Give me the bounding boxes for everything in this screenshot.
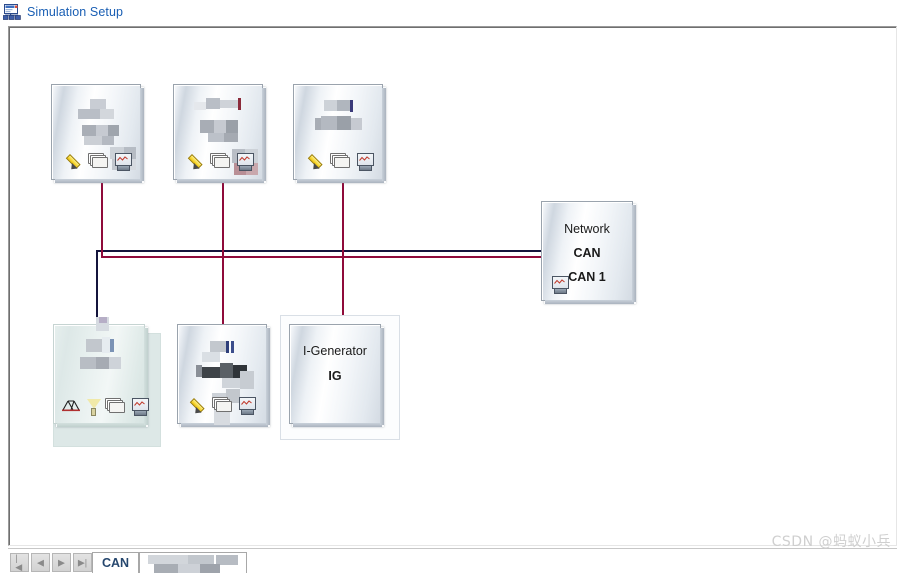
censored-label-node-top-3	[312, 100, 368, 144]
bus-line-navy-horizontal	[96, 250, 542, 252]
i-generator-line1: I-Generator	[303, 344, 367, 358]
monitor-icon[interactable]	[114, 152, 132, 171]
node-bottom-1-icons[interactable]	[62, 397, 149, 416]
diagram-canvas-inner: Network CAN CAN 1 I-Generator IG	[9, 27, 896, 545]
node-top-1-icons[interactable]	[68, 152, 132, 171]
first-record-glyph: |◀	[15, 552, 23, 572]
censored-label-node-bottom-2	[192, 341, 258, 393]
node-top-3-icons[interactable]	[310, 152, 374, 171]
bridge-icon[interactable]	[62, 397, 80, 415]
next-record-button[interactable]: ▶	[52, 553, 71, 572]
monitor-icon[interactable]	[551, 275, 569, 294]
tab-can[interactable]: CAN	[92, 552, 140, 573]
node-bottom-1[interactable]	[53, 317, 149, 427]
bus-line-navy-vertical	[96, 250, 98, 323]
connector-node-top-1	[101, 179, 103, 258]
tabstrip-divider	[8, 548, 897, 549]
monitor-icon[interactable]	[131, 397, 149, 416]
i-generator-node[interactable]: I-Generator IG	[289, 324, 384, 427]
network-simulation-icon	[2, 4, 21, 20]
censored-label-node-top-2	[194, 98, 252, 152]
sheet-tab-bar: |◀ ◀ ▶ ▶| CAN CSDN @蚂蚁小兵	[0, 534, 905, 573]
next-record-glyph: ▶	[58, 557, 65, 567]
stack-icon[interactable]	[108, 397, 126, 415]
pencil-icon[interactable]	[192, 396, 210, 414]
network-node-line2: CAN	[573, 246, 601, 260]
last-record-button[interactable]: ▶|	[73, 553, 92, 572]
last-record-glyph: ▶|	[77, 557, 88, 567]
censored-label-node-top-1	[70, 99, 126, 151]
first-record-button[interactable]: |◀	[10, 553, 29, 572]
stack-icon[interactable]	[215, 396, 233, 414]
connector-node-top-2	[222, 179, 224, 324]
censored-tab-label	[148, 555, 244, 573]
tab-list: CAN	[92, 552, 248, 573]
watermark: CSDN @蚂蚁小兵	[771, 534, 891, 550]
node-top-2-icons[interactable]	[190, 152, 254, 171]
node-top-1[interactable]	[51, 84, 144, 183]
diagram-canvas[interactable]: Network CAN CAN 1 I-Generator IG	[8, 26, 897, 546]
stack-icon[interactable]	[213, 152, 231, 170]
node-top-2[interactable]	[173, 84, 266, 183]
pencil-icon[interactable]	[68, 152, 86, 170]
stack-icon[interactable]	[91, 152, 109, 170]
simulation-setup-window: Simulation Setup Network CAN CAN 1 I-Gen…	[0, 0, 905, 573]
pencil-icon[interactable]	[310, 152, 328, 170]
node-bottom-2[interactable]	[177, 324, 270, 427]
tab-censored[interactable]	[139, 552, 248, 573]
connector-node-top-3	[342, 179, 344, 319]
monitor-icon[interactable]	[238, 396, 256, 415]
bus-line-red-horizontal	[101, 256, 542, 258]
record-navigation-buttons: |◀ ◀ ▶ ▶|	[10, 553, 92, 572]
node-top-3[interactable]	[293, 84, 386, 183]
node-bottom-2-icons[interactable]	[192, 396, 256, 415]
previous-record-glyph: ◀	[37, 557, 44, 567]
funnel-icon[interactable]	[85, 397, 103, 416]
network-node-icons[interactable]	[551, 275, 569, 294]
monitor-icon[interactable]	[356, 152, 374, 171]
window-title: Simulation Setup	[27, 5, 124, 19]
censored-label-node-bottom-1	[70, 317, 134, 377]
network-can-node[interactable]: Network CAN CAN 1	[541, 201, 636, 304]
network-node-line1: Network	[564, 222, 610, 236]
window-titlebar: Simulation Setup	[0, 0, 905, 24]
previous-record-button[interactable]: ◀	[31, 553, 50, 572]
stack-icon[interactable]	[333, 152, 351, 170]
monitor-icon[interactable]	[236, 152, 254, 171]
pencil-icon[interactable]	[190, 152, 208, 170]
i-generator-line2: IG	[328, 369, 342, 383]
